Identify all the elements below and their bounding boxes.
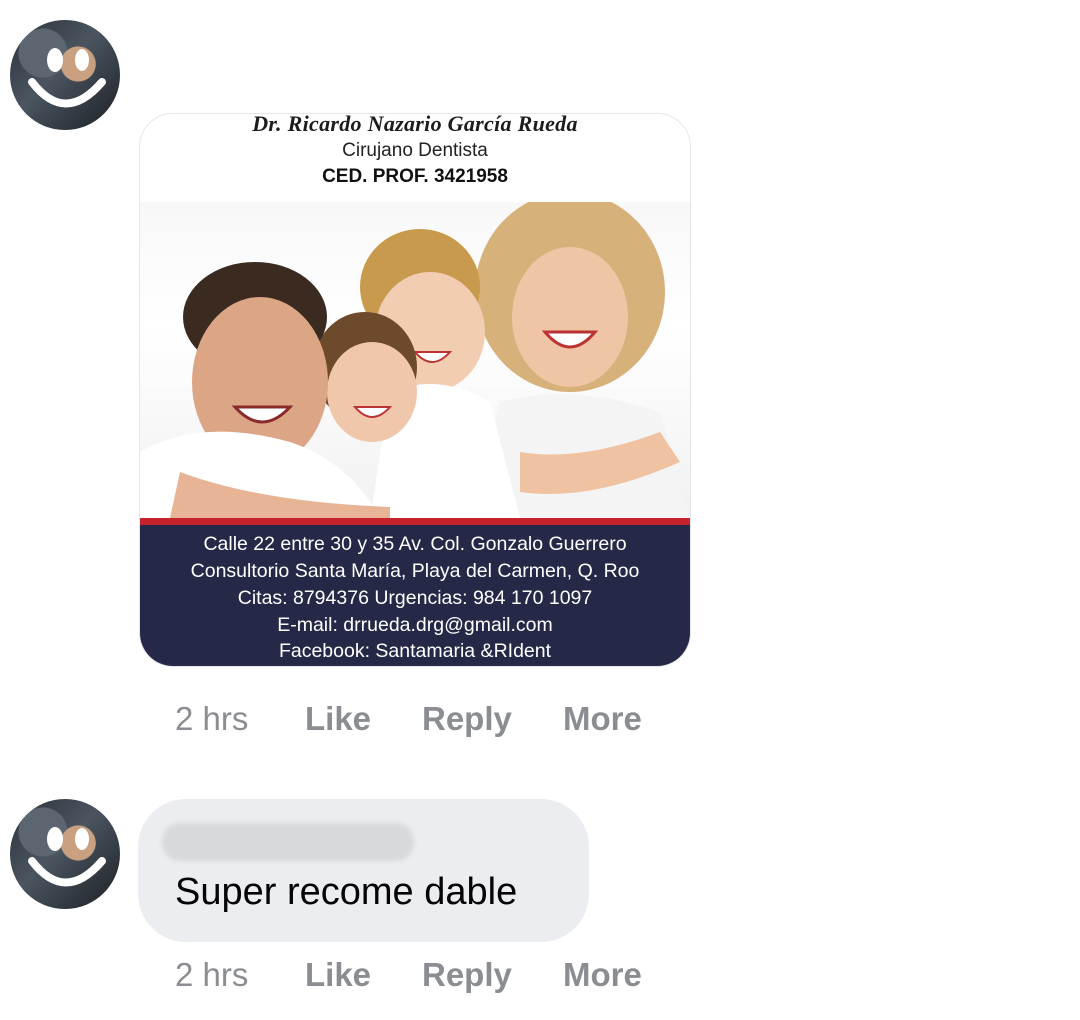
redacted-commenter-name xyxy=(162,823,414,861)
commenter-avatar[interactable] xyxy=(10,799,120,909)
ad-license: CED. PROF. 3421958 xyxy=(322,166,508,187)
smiley-doodle-icon xyxy=(28,827,106,887)
comment-bubble[interactable]: Super recome dable xyxy=(138,799,589,942)
comment-timestamp: 2 hrs xyxy=(175,956,249,993)
family-photo xyxy=(140,192,690,518)
ad-doctor-name: Dr. Ricardo Nazario García Rueda xyxy=(252,113,578,136)
ad-specialty: Cirujano Dentista xyxy=(342,140,488,161)
reply-button[interactable]: Reply xyxy=(422,956,512,994)
ad-address-line1: Calle 22 entre 30 y 35 Av. Col. Gonzalo … xyxy=(203,533,627,555)
smiley-doodle-icon xyxy=(28,48,106,108)
commenter-avatar[interactable] xyxy=(10,20,120,130)
like-button[interactable]: Like xyxy=(305,956,371,994)
dentist-ad-image[interactable]: Dr. Ricardo Nazario García Rueda Cirujan… xyxy=(139,113,691,667)
ad-address-line2: Consultorio Santa María, Playa del Carme… xyxy=(190,560,640,582)
ad-header: Dr. Ricardo Nazario García Rueda Cirujan… xyxy=(140,114,690,194)
ad-email: E-mail: drrueda.drg@gmail.com xyxy=(277,614,553,636)
more-button[interactable]: More xyxy=(563,700,642,738)
comment-text: Super recome dable xyxy=(175,871,518,913)
ad-divider xyxy=(140,518,690,525)
ad-phones: Citas: 8794376 Urgencias: 984 170 1097 xyxy=(237,587,593,609)
more-button[interactable]: More xyxy=(563,956,642,994)
reply-button[interactable]: Reply xyxy=(422,700,512,738)
ad-contact-info: Calle 22 entre 30 y 35 Av. Col. Gonzalo … xyxy=(140,525,690,666)
like-button[interactable]: Like xyxy=(305,700,371,738)
comment-timestamp: 2 hrs xyxy=(175,700,249,737)
ad-facebook: Facebook: Santamaria &RIdent xyxy=(278,640,552,662)
